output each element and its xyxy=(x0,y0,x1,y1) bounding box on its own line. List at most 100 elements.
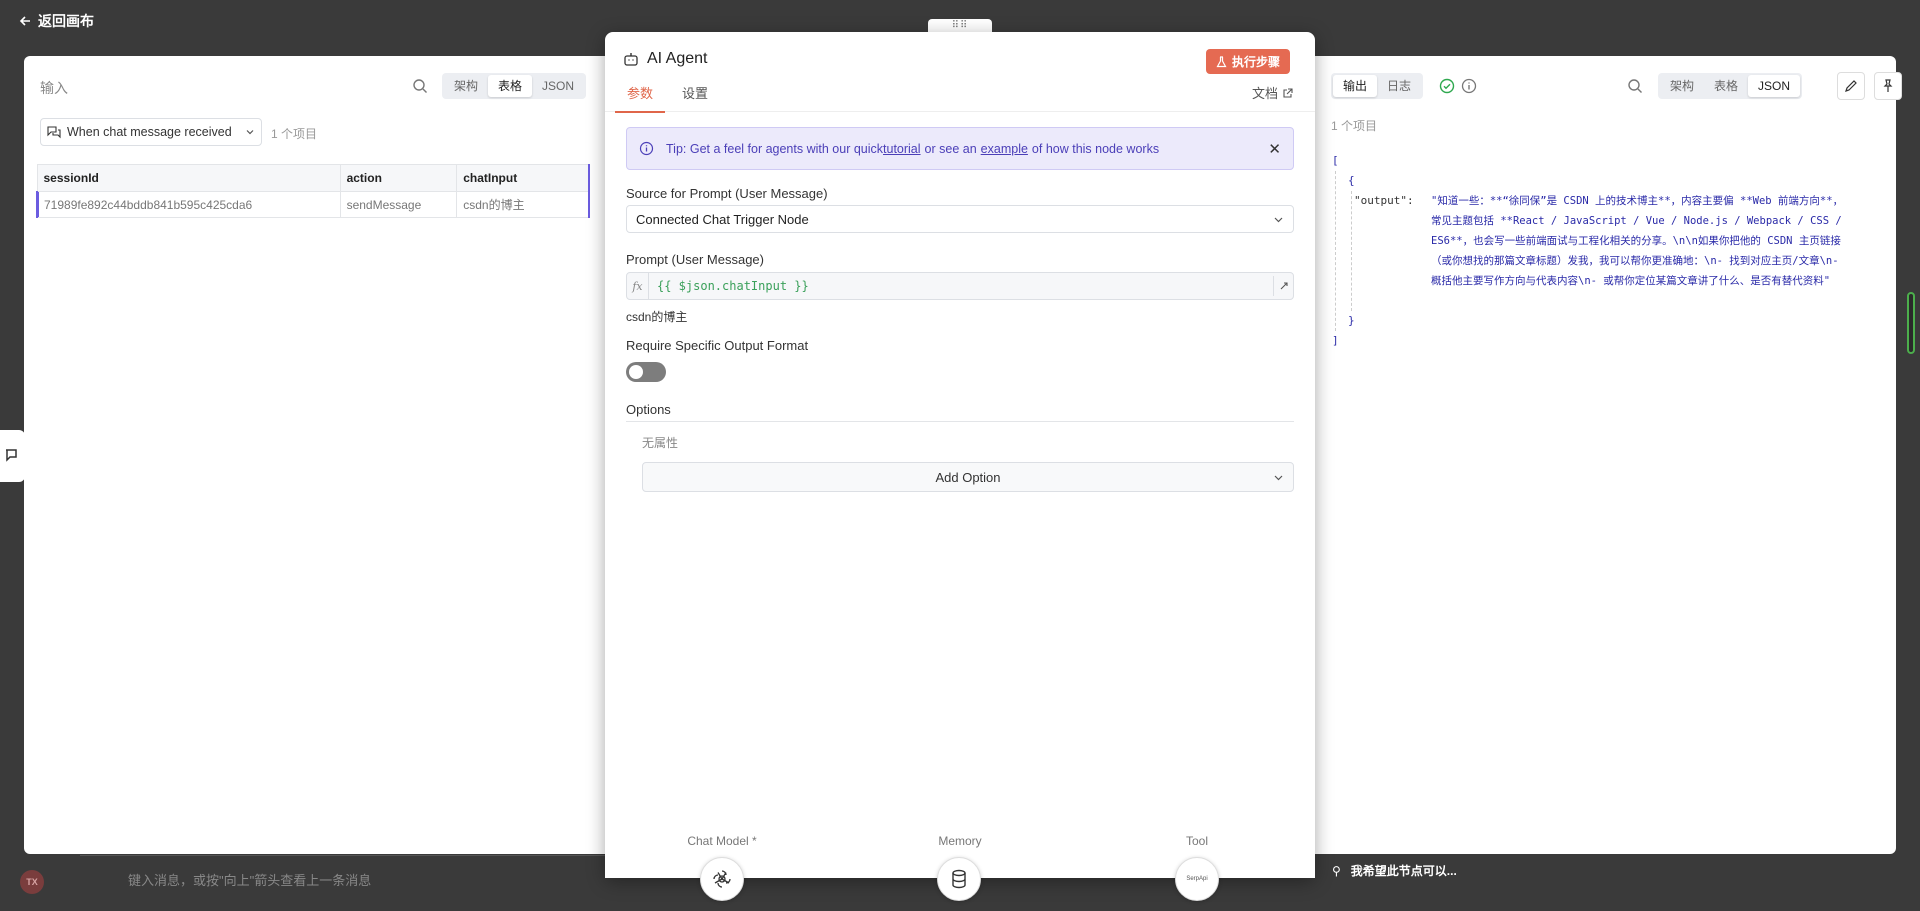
execute-step-button[interactable]: 执行步骤 xyxy=(1206,49,1291,74)
json-value-line: "知道一些：**“徐同保”是 CSDN 上的技术博主**，内容主要偏 **Web… xyxy=(1431,195,1844,207)
input-table: sessionId action chatInput 71989fe892c44… xyxy=(35,164,591,218)
tab-logs[interactable]: 日志 xyxy=(1377,75,1421,97)
column-header-sessionid[interactable]: sessionId xyxy=(36,164,341,192)
table-cell: sendMessage xyxy=(339,191,458,218)
node-tabs: 参数 设置 文档 xyxy=(605,84,1315,113)
node-settings-panel: AI Agent 执行步骤 参数 设置 文档 Tip: Get a feel f… xyxy=(605,32,1315,878)
view-tab-json[interactable]: JSON xyxy=(1748,75,1801,97)
subnode-label-memory: Memory xyxy=(938,834,982,848)
fx-badge: fx xyxy=(627,273,649,299)
info-icon[interactable] xyxy=(1461,78,1477,97)
tip-example-link[interactable]: example xyxy=(981,142,1028,156)
docs-link[interactable]: 文档 xyxy=(1252,84,1293,104)
tip-tutorial-link[interactable]: tutorial xyxy=(883,142,921,156)
pin-icon xyxy=(1883,79,1893,92)
tab-output[interactable]: 输出 xyxy=(1333,75,1378,97)
table-cell: 71989fe892c44bddb841b595c425cda6 xyxy=(35,191,341,218)
view-tab-table[interactable]: 表格 xyxy=(488,75,533,97)
pencil-icon xyxy=(1845,80,1857,92)
add-option-label: Add Option xyxy=(935,469,1001,485)
avatar: TX xyxy=(20,870,44,894)
source-prompt-label: Source for Prompt (User Message) xyxy=(626,186,828,201)
execute-step-label: 执行步骤 xyxy=(1232,55,1281,69)
view-tab-table[interactable]: 表格 xyxy=(1704,75,1748,97)
output-tab-switch: 输出 日志 xyxy=(1331,73,1424,99)
info-icon xyxy=(639,141,654,156)
external-link-icon xyxy=(1283,88,1293,98)
tab-settings[interactable]: 设置 xyxy=(682,84,722,104)
json-value-line: ES6**，也会写一些前端面试与工程化相关的分享。\n\n如果你把他的 CSDN… xyxy=(1431,235,1841,247)
json-value-line: 常见主题包括 **React / JavaScript / Vue / Node… xyxy=(1431,215,1842,227)
chat-model-node[interactable] xyxy=(700,857,744,901)
json-output: [ { "output": "知道一些：**“徐同保”是 CSDN 上的技术博主… xyxy=(1332,151,1882,351)
tool-node[interactable]: SerpApi xyxy=(1175,857,1219,901)
source-prompt-select[interactable]: Connected Chat Trigger Node xyxy=(626,205,1294,233)
tip-prefix: Tip: Get a feel for agents with our quic… xyxy=(666,141,884,156)
view-tab-schema[interactable]: 架构 xyxy=(1660,75,1704,97)
prompt-label: Prompt (User Message) xyxy=(626,252,764,267)
chevron-down-icon xyxy=(246,130,254,135)
expand-editor-icon[interactable] xyxy=(1273,276,1293,296)
no-properties-label: 无属性 xyxy=(642,436,679,450)
prompt-expression: {{ $json.chatInput }} xyxy=(657,279,809,293)
memory-node[interactable] xyxy=(937,857,981,901)
prompt-expression-field[interactable]: fx {{ $json.chatInput }} xyxy=(626,272,1294,300)
robot-icon xyxy=(623,51,639,70)
open-chat-button[interactable] xyxy=(0,430,25,482)
table-row[interactable]: 71989fe892c44bddb841b595c425cda6 sendMes… xyxy=(35,191,591,218)
subnode-label-chat-model: Chat Model * xyxy=(687,834,757,848)
add-option-button[interactable]: Add Option xyxy=(642,462,1294,492)
subnode-label-tool: Tool xyxy=(1185,834,1208,848)
json-open-bracket: [ xyxy=(1332,154,1339,167)
search-icon[interactable] xyxy=(412,78,428,97)
json-key: "output": xyxy=(1354,194,1414,207)
feedback-link[interactable]: ⚲ 我希望此节点可以... xyxy=(1332,862,1457,879)
docs-label: 文档 xyxy=(1252,86,1279,101)
edit-output-button[interactable] xyxy=(1837,72,1865,100)
options-label: Options xyxy=(626,402,1294,422)
pin-data-button[interactable] xyxy=(1874,72,1902,100)
json-value-line: （或你想找的那篇文章标题）发我，我可以帮你更准确地：\n- 找到对应主页/文章\… xyxy=(1431,255,1839,267)
close-icon[interactable]: ✕ xyxy=(1268,140,1281,158)
json-close-bracket: ] xyxy=(1332,334,1339,347)
back-to-canvas-button[interactable]: 返回画布 xyxy=(18,11,94,31)
tip-banner: Tip: Get a feel for agents with our quic… xyxy=(626,127,1294,170)
back-label: 返回画布 xyxy=(38,13,94,29)
tip-middle: or see an xyxy=(924,141,977,156)
table-cell: csdn的博主 xyxy=(456,191,591,218)
input-panel: 输入 架构 表格 JSON When chat message received… xyxy=(24,56,605,854)
lightbulb-icon: ⚲ xyxy=(1332,863,1341,878)
canvas-scroll-indicator[interactable] xyxy=(1907,292,1915,354)
feedback-text: 我希望此节点可以... xyxy=(1350,864,1457,878)
column-header-action[interactable]: action xyxy=(339,164,458,192)
input-view-switch: 架构 表格 JSON xyxy=(442,73,587,99)
source-node-select[interactable]: When chat message received xyxy=(40,118,262,146)
node-title[interactable]: AI Agent xyxy=(647,50,708,68)
arrow-left-icon xyxy=(19,16,30,26)
success-check-icon xyxy=(1439,78,1455,97)
source-prompt-value: Connected Chat Trigger Node xyxy=(636,211,809,227)
database-icon xyxy=(952,869,966,889)
input-panel-title: 输入 xyxy=(40,80,68,96)
output-view-switch: 架构 表格 JSON xyxy=(1658,73,1803,99)
serpapi-icon: SerpApi xyxy=(1186,876,1208,882)
view-tab-schema[interactable]: 架构 xyxy=(444,75,488,97)
column-header-chatinput[interactable]: chatInput xyxy=(456,164,591,192)
tip-suffix: of how this node works xyxy=(1031,141,1160,156)
view-tab-json[interactable]: JSON xyxy=(532,75,584,97)
output-panel: 输出 日志 架构 表格 JSON 1 个项目 [ { "output": "知道… xyxy=(1313,56,1902,854)
source-node-label: When chat message received xyxy=(67,125,232,139)
json-value: "知道一些：**“徐同保”是 CSDN 上的技术博主**，内容主要偏 **Web… xyxy=(1364,191,1882,291)
json-close-brace: } xyxy=(1348,314,1355,327)
chevron-down-icon xyxy=(1274,475,1283,480)
require-format-label: Require Specific Output Format xyxy=(626,338,809,353)
output-item-count: 1 个项目 xyxy=(1331,119,1378,133)
chat-icon xyxy=(47,126,61,139)
input-item-count: 1 个项目 xyxy=(271,127,318,141)
json-open-brace: { xyxy=(1348,174,1355,187)
tab-parameters[interactable]: 参数 xyxy=(615,84,665,113)
search-icon[interactable] xyxy=(1627,78,1643,97)
chevron-down-icon xyxy=(1274,217,1283,222)
openai-icon xyxy=(713,870,731,888)
require-format-toggle[interactable] xyxy=(626,362,666,382)
